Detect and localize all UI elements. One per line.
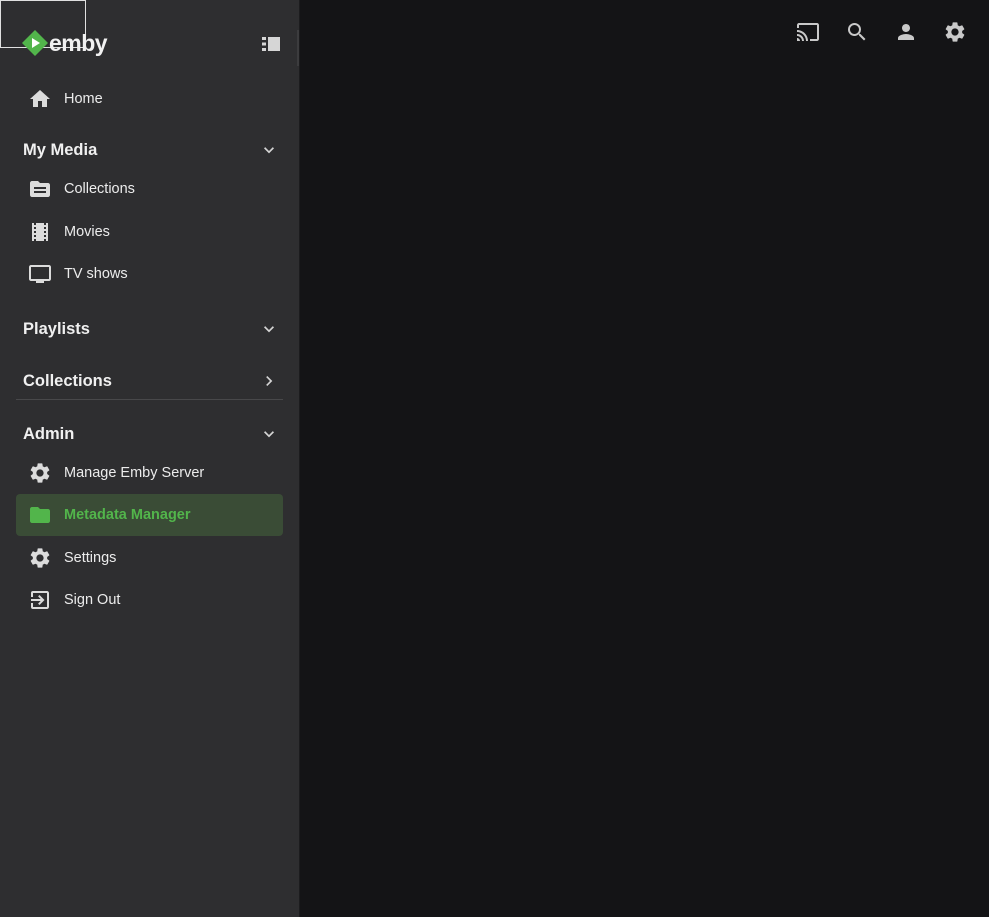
navigation-drawer: emby Home My Media Collections Movies TV…	[0, 0, 299, 917]
chevron-right-icon	[259, 371, 279, 391]
chevron-down-icon	[259, 319, 279, 339]
nav-item-movies[interactable]: Movies	[16, 211, 283, 253]
settings-button[interactable]	[934, 8, 975, 56]
section-title: Admin	[23, 424, 75, 443]
nav-item-metadata-manager[interactable]: Metadata Manager	[16, 494, 283, 536]
nav-item-label: Settings	[64, 550, 117, 566]
app-window: emby Home My Media Collections Movies TV…	[0, 0, 989, 917]
section-playlists[interactable]: Playlists	[16, 309, 283, 349]
nav-item-home[interactable]: Home	[16, 78, 283, 120]
nav-item-label: Home	[64, 91, 103, 107]
section-title: My Media	[23, 140, 98, 159]
chevron-down-icon	[259, 140, 279, 160]
nav-item-label: Metadata Manager	[64, 507, 191, 523]
cast-button[interactable]	[787, 8, 828, 56]
section-divider	[16, 399, 283, 400]
nav-item-label: Collections	[64, 181, 135, 197]
section-my-media[interactable]: My Media	[16, 130, 283, 170]
nav-item-label: Sign Out	[64, 592, 121, 608]
emby-logo[interactable]: emby	[22, 29, 108, 56]
nav-item-collections[interactable]: Collections	[16, 168, 283, 210]
search-button[interactable]	[836, 8, 877, 56]
drawer-edge	[297, 30, 299, 66]
logo-text: emby	[49, 29, 108, 56]
header-toolbar	[787, 8, 975, 56]
nav-item-label: Manage Emby Server	[64, 465, 205, 481]
gear-icon	[16, 461, 64, 485]
chevron-down-icon	[259, 424, 279, 444]
nav-item-settings[interactable]: Settings	[16, 537, 283, 579]
sign-out-icon	[16, 588, 64, 612]
tv-icon	[16, 262, 64, 286]
view-sidebar-icon	[262, 37, 280, 51]
search-icon	[847, 23, 865, 41]
user-icon	[897, 24, 914, 40]
nav-item-label: Movies	[64, 224, 110, 240]
gear-icon	[16, 546, 64, 570]
home-icon	[16, 87, 64, 111]
section-admin[interactable]: Admin	[16, 414, 283, 454]
settings-icon	[945, 22, 964, 42]
drawer-toggle-button[interactable]	[257, 30, 285, 58]
section-collections[interactable]: Collections	[16, 361, 283, 401]
section-title: Playlists	[23, 319, 90, 338]
nav-item-tv-shows[interactable]: TV shows	[16, 253, 283, 295]
nav-item-manage-emby-server[interactable]: Manage Emby Server	[16, 452, 283, 494]
folder-icon	[16, 503, 64, 527]
user-button[interactable]	[885, 8, 926, 56]
cast-icon	[796, 23, 819, 41]
section-title: Collections	[23, 371, 112, 390]
folder-collections-icon	[16, 177, 64, 201]
film-icon	[16, 220, 64, 244]
nav-item-sign-out[interactable]: Sign Out	[16, 579, 283, 621]
emby-logo-icon	[22, 30, 48, 56]
nav-item-label: TV shows	[64, 266, 128, 282]
